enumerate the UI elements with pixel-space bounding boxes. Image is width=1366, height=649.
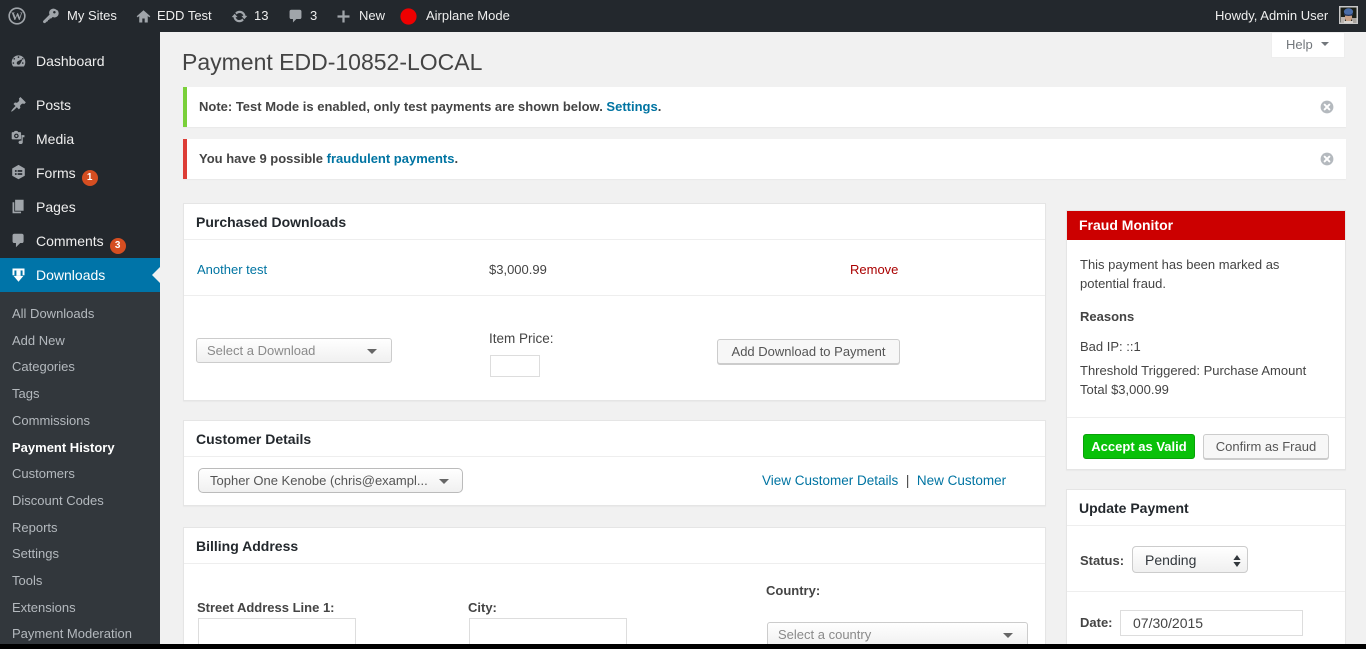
svg-text:W: W (11, 10, 23, 23)
